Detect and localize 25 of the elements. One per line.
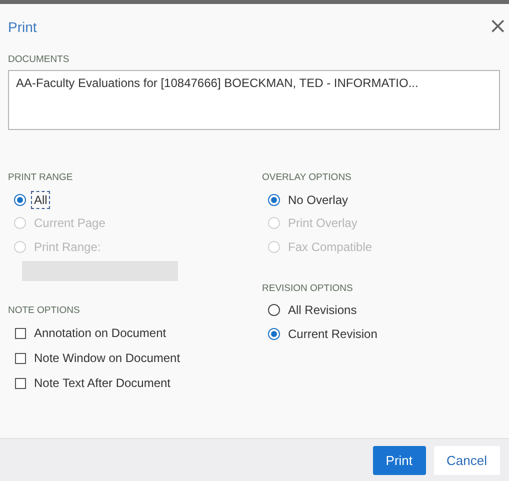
option-label[interactable]: Note Text After Document [34, 376, 171, 390]
checkbox[interactable] [15, 352, 26, 364]
close-button[interactable]: × [488, 16, 509, 38]
section-label: NOTE OPTIONS [8, 304, 81, 316]
document-item[interactable]: AA-Faculty Evaluations for [10847666] BOECKMAN, TED - INFORMATIO... [16, 76, 492, 90]
section-label: REVISION OPTIONS [262, 282, 354, 294]
radio-button[interactable] [268, 328, 280, 340]
option-label[interactable]: Note Window on Document [34, 351, 180, 365]
section-label: DOCUMENTS [8, 54, 70, 65]
radio-button[interactable] [14, 194, 26, 206]
option-label[interactable]: Annotation on Document [34, 326, 166, 340]
radio-button[interactable] [268, 304, 280, 316]
option-label[interactable]: All [32, 192, 50, 208]
radio-button[interactable] [268, 194, 280, 206]
checkbox[interactable] [15, 328, 26, 338]
checkbox[interactable] [15, 378, 26, 388]
documents-list[interactable]: AA-Faculty Evaluations for [10847666] BOECKMAN, TED - INFORMATIO... [8, 70, 500, 130]
section-label: PRINT RANGE [8, 172, 74, 183]
cancel-button[interactable]: Cancel [434, 446, 500, 474]
print-button[interactable]: Print [372, 446, 426, 474]
option-label[interactable]: No Overlay [286, 192, 350, 208]
section-label: OVERLAY OPTIONS [262, 172, 352, 183]
option-label[interactable]: All Revisions [286, 302, 359, 318]
dialog-title: Print [8, 19, 37, 35]
option-label[interactable]: Current Revision [286, 326, 380, 342]
